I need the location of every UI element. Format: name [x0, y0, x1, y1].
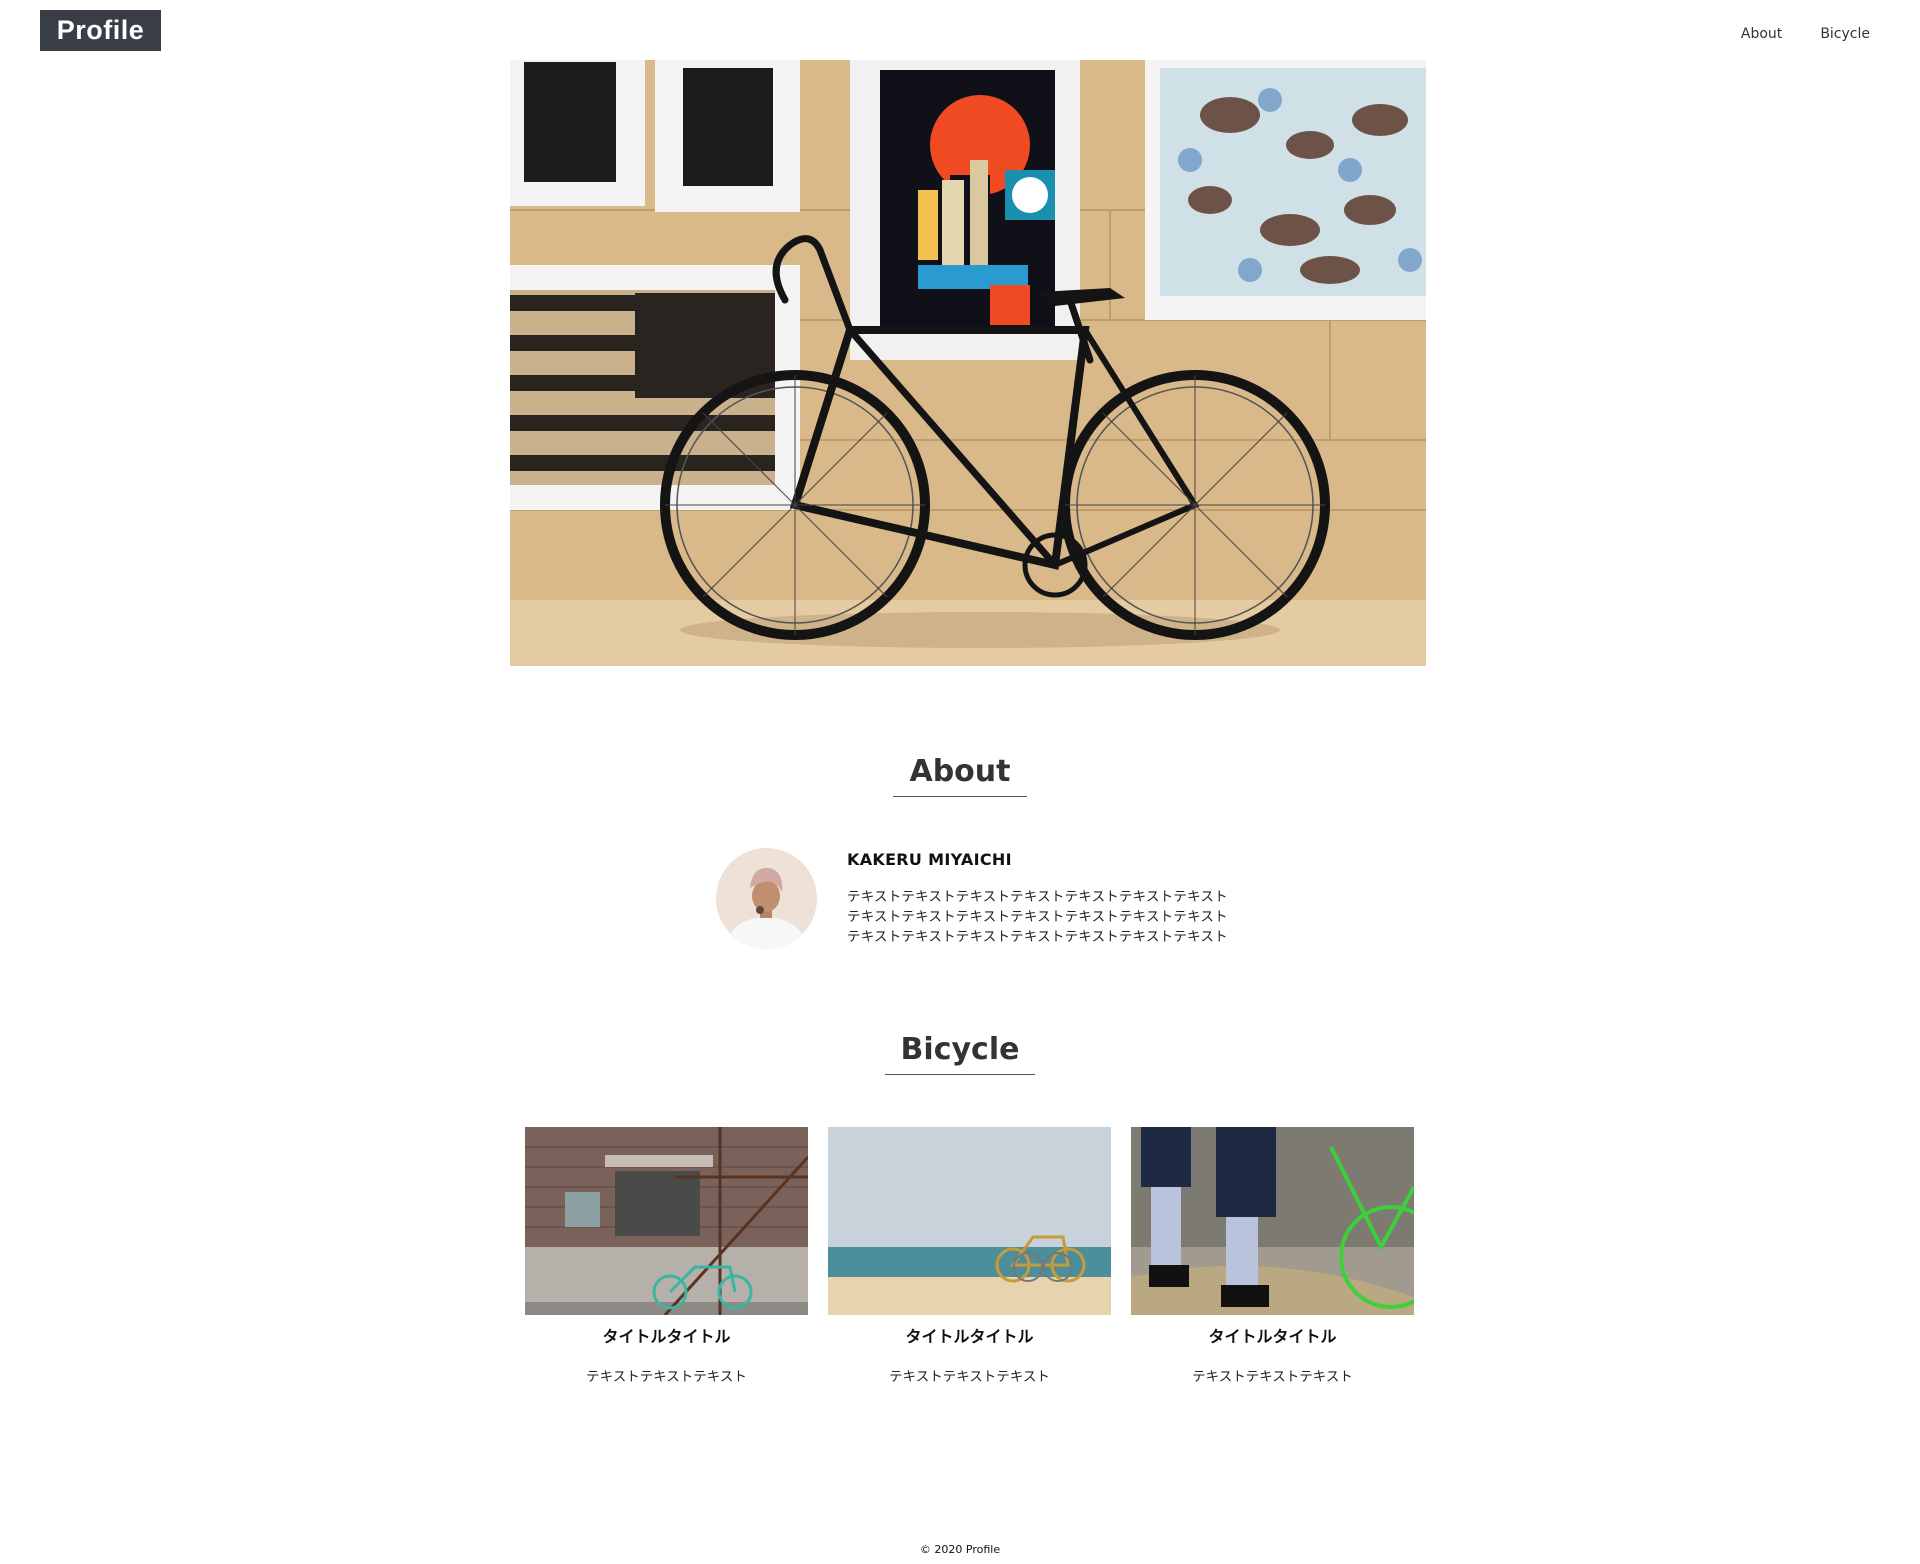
about-profile: KAKERU MIYAICHI テキストテキストテキストテキストテキストテキスト…: [716, 848, 1228, 949]
about-title: About: [893, 752, 1027, 797]
about-description-line: テキストテキストテキストテキストテキストテキストテキスト: [847, 929, 1228, 945]
about-description-line: テキストテキストテキストテキストテキストテキストテキスト: [847, 889, 1228, 905]
bicycle-card-list: タイトルタイトル テキストテキストテキスト タイトルタイトル テキストテキストテ…: [525, 1127, 1414, 1385]
main-nav: About Bicycle: [1741, 26, 1870, 42]
card-text: テキストテキストテキスト: [1192, 1369, 1353, 1385]
nav-link-bicycle[interactable]: Bicycle: [1820, 26, 1870, 42]
bicycle-title: Bicycle: [884, 1030, 1036, 1075]
card-text: テキストテキストテキスト: [889, 1369, 1050, 1385]
card-title: タイトルタイトル: [1208, 1327, 1337, 1346]
bicycle-section-heading: Bicycle: [0, 1030, 1920, 1075]
card-image: [828, 1127, 1111, 1315]
avatar: [716, 848, 817, 949]
card-text: テキストテキストテキスト: [586, 1369, 747, 1385]
card-image: [1131, 1127, 1414, 1315]
card-title: タイトルタイトル: [905, 1327, 1034, 1346]
bicycle-card[interactable]: タイトルタイトル テキストテキストテキスト: [1131, 1127, 1414, 1385]
profile-name: KAKERU MIYAICHI: [847, 850, 1012, 869]
bicycle-card[interactable]: タイトルタイトル テキストテキストテキスト: [525, 1127, 808, 1385]
bicycle-card[interactable]: タイトルタイトル テキストテキストテキスト: [828, 1127, 1111, 1385]
about-text: KAKERU MIYAICHI テキストテキストテキストテキストテキストテキスト…: [847, 848, 1228, 949]
hero-image: [510, 60, 1426, 666]
card-image: [525, 1127, 808, 1315]
about-description-line: テキストテキストテキストテキストテキストテキストテキスト: [847, 909, 1228, 925]
about-section-heading: About: [0, 752, 1920, 797]
site-logo[interactable]: Profile: [40, 10, 161, 51]
nav-link-about[interactable]: About: [1741, 26, 1782, 42]
footer-copyright: © 2020 Profile: [919, 1543, 1001, 1556]
card-title: タイトルタイトル: [602, 1327, 731, 1346]
